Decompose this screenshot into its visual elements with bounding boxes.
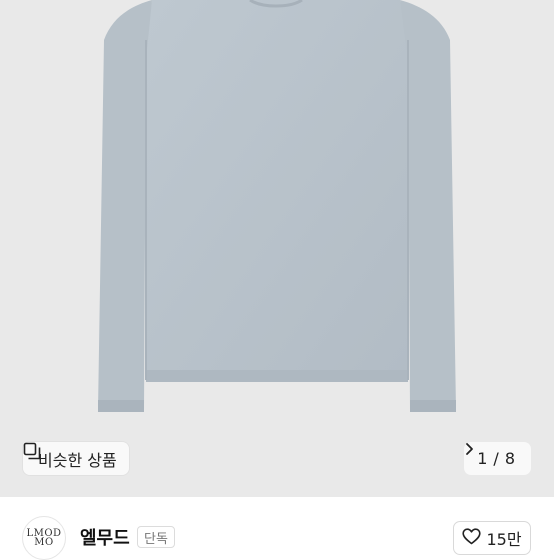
page-total: 8 [504, 449, 515, 468]
like-button[interactable]: 15만 [453, 521, 531, 555]
seller-logo: LMOD MO [26, 528, 62, 548]
similar-items-button[interactable]: 비슷한 상품 [23, 442, 129, 475]
like-count: 15만 [486, 530, 522, 549]
seller-avatar[interactable]: LMOD MO [22, 516, 66, 560]
seller-name[interactable]: 엘무드 [80, 524, 130, 550]
heart-outline-icon [462, 527, 482, 549]
page-current: 1 [477, 449, 488, 468]
sweater-illustration [98, 0, 456, 412]
seller-badge: 단독 [137, 526, 175, 548]
similar-items-label: 비슷한 상품 [38, 450, 117, 470]
product-image[interactable]: 비슷한 상품 1 / 8 [0, 0, 554, 497]
image-page-indicator[interactable]: 1 / 8 [464, 442, 531, 475]
page-separator: / [493, 449, 499, 468]
